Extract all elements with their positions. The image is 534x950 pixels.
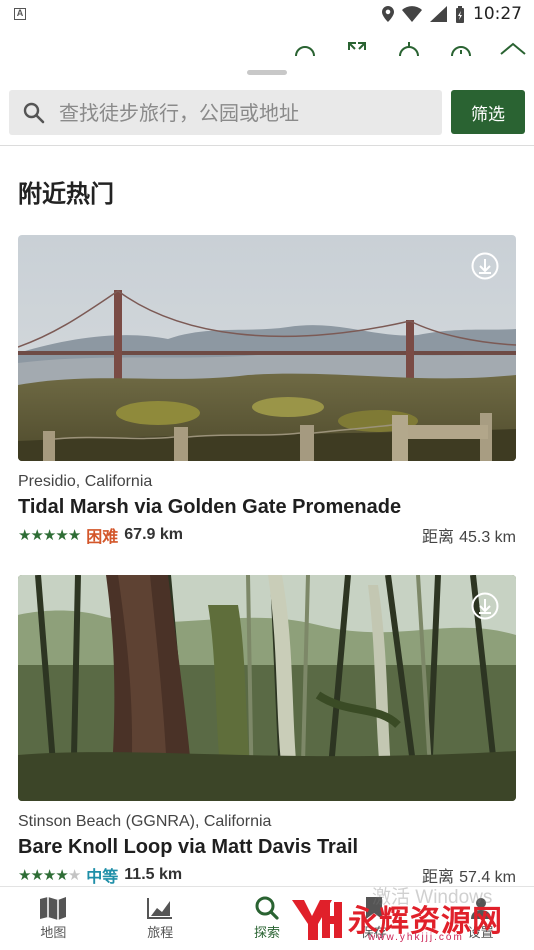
map-tool-5-icon[interactable] bbox=[500, 38, 526, 58]
rating-stars: ★ ★ ★ ★ ★ bbox=[18, 526, 81, 544]
nav-label: 旅程 bbox=[147, 926, 174, 941]
trail-location: Stinson Beach (GGNRA), California bbox=[18, 813, 272, 830]
chart-icon bbox=[147, 898, 173, 919]
trail-length: 11.5 km bbox=[124, 866, 183, 883]
notification-icon: A bbox=[14, 8, 26, 20]
trail-photo-golden-gate[interactable] bbox=[18, 235, 516, 461]
signal-icon bbox=[430, 6, 447, 22]
star-icon: ★ bbox=[67, 867, 81, 884]
nav-label: 设置 bbox=[467, 926, 494, 941]
expand-icon[interactable] bbox=[344, 38, 370, 58]
star-icon: ★ bbox=[55, 867, 68, 884]
trail-location: Presidio, California bbox=[18, 473, 153, 490]
search-box[interactable] bbox=[9, 90, 442, 135]
layers-icon[interactable] bbox=[396, 38, 422, 58]
trail-card[interactable]: Stinson Beach (GGNRA), California Bare K… bbox=[18, 575, 516, 886]
nav-label: 保存 bbox=[360, 926, 387, 941]
difficulty-label: 困难 bbox=[86, 527, 119, 546]
nav-explore[interactable]: 探索 bbox=[214, 887, 321, 950]
nav-label: 探索 bbox=[253, 926, 280, 941]
windows-activation-watermark: 激活 Windows bbox=[372, 887, 493, 908]
status-bar: A 10:27 bbox=[0, 0, 534, 28]
search-icon bbox=[255, 896, 279, 920]
divider bbox=[0, 145, 534, 146]
search-input[interactable] bbox=[59, 100, 419, 125]
filter-button[interactable]: 筛选 bbox=[451, 90, 525, 134]
star-icon: ★ bbox=[67, 527, 81, 544]
star-icon: ★ bbox=[30, 867, 43, 884]
sheet-drag-handle[interactable] bbox=[247, 70, 287, 75]
trail-name[interactable]: Bare Knoll Loop via Matt Davis Trail bbox=[18, 836, 516, 859]
star-icon: ★ bbox=[18, 527, 31, 544]
battery-icon bbox=[456, 5, 464, 23]
download-icon[interactable] bbox=[470, 251, 500, 281]
search-row: 筛选 bbox=[9, 90, 525, 135]
section-title: 附近热门 bbox=[18, 180, 114, 208]
map-toolbar bbox=[292, 38, 526, 60]
difficulty-label: 中等 bbox=[86, 867, 119, 886]
location-icon bbox=[382, 6, 394, 22]
trail-name[interactable]: Tidal Marsh via Golden Gate Promenade bbox=[18, 496, 516, 519]
nav-trips[interactable]: 旅程 bbox=[107, 887, 214, 950]
trail-length: 67.9 km bbox=[124, 526, 183, 543]
rating-stars: ★ ★ ★ ★ ★ bbox=[18, 866, 81, 884]
nav-label: 地图 bbox=[40, 926, 67, 941]
trail-distance: 距离 45.3 km bbox=[422, 523, 516, 547]
star-icon: ★ bbox=[18, 867, 31, 884]
map-tool-1-icon[interactable] bbox=[292, 38, 318, 58]
map-icon bbox=[40, 897, 67, 920]
clock: 10:27 bbox=[473, 4, 522, 24]
distance-label: 距离 bbox=[421, 527, 454, 546]
star-icon: ★ bbox=[30, 527, 43, 544]
star-icon: ★ bbox=[42, 527, 56, 544]
download-icon[interactable] bbox=[470, 591, 500, 621]
star-icon: ★ bbox=[42, 867, 56, 884]
wifi-icon bbox=[402, 6, 422, 22]
search-icon bbox=[23, 102, 45, 123]
compass-icon[interactable] bbox=[448, 38, 474, 58]
trail-photo-forest[interactable] bbox=[18, 575, 516, 801]
nav-map[interactable]: 地图 bbox=[0, 887, 107, 950]
star-icon: ★ bbox=[55, 527, 68, 544]
trail-card[interactable]: Presidio, California Tidal Marsh via Gol… bbox=[18, 235, 516, 547]
distance-value: 45.3 km bbox=[459, 529, 516, 546]
